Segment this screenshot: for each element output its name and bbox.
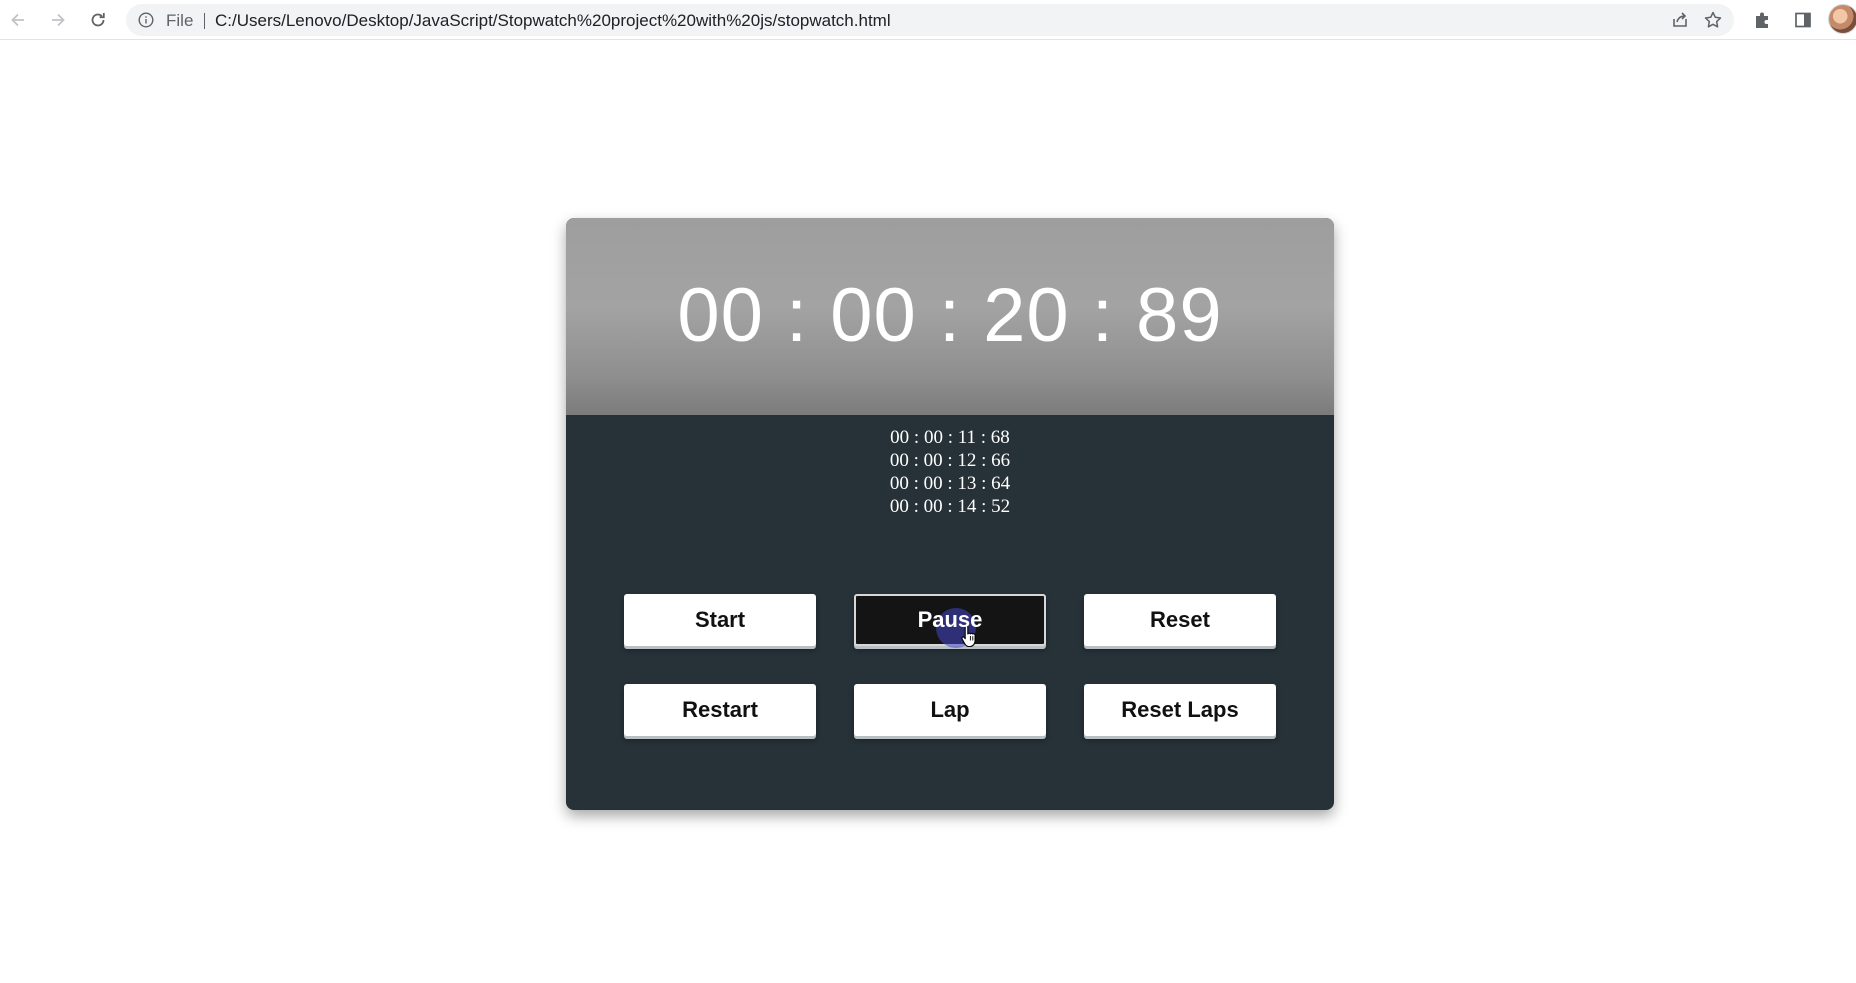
lap-button[interactable]: Lap — [854, 684, 1046, 736]
reset-button-label: Reset — [1150, 607, 1210, 632]
bookmark-star-icon[interactable] — [1703, 10, 1723, 30]
lap-item: 00 : 00 : 12 : 66 — [889, 450, 1011, 471]
pause-button-label: Pause — [917, 607, 983, 632]
stopwatch-card: 00 : 00 : 20 : 89 00 : 00 : 11 : 68 00 :… — [566, 218, 1334, 810]
time-display: 00 : 00 : 20 : 89 — [677, 273, 1223, 358]
side-panel-button[interactable] — [1791, 8, 1815, 32]
lap-list: 00 : 00 : 11 : 68 00 : 00 : 12 : 66 00 :… — [566, 426, 1334, 518]
restart-button[interactable]: Restart — [624, 684, 816, 736]
info-icon[interactable] — [138, 12, 154, 28]
time-display-panel: 00 : 00 : 20 : 89 — [566, 218, 1334, 415]
start-button[interactable]: Start — [624, 594, 816, 646]
pause-button[interactable]: Pause — [854, 594, 1046, 648]
back-arrow-icon — [11, 13, 24, 27]
address-bar[interactable]: File C:/Users/Lenovo/Desktop/JavaScript/… — [126, 4, 1734, 36]
back-button[interactable] — [6, 8, 30, 32]
forward-button[interactable] — [46, 8, 70, 32]
reload-button[interactable] — [86, 8, 110, 32]
start-button-label: Start — [694, 607, 746, 632]
lap-item: 00 : 00 : 11 : 68 — [890, 427, 1010, 448]
share-icon[interactable] — [1670, 10, 1690, 30]
side-panel-icon — [1795, 12, 1811, 28]
reload-icon — [91, 13, 105, 27]
url-text[interactable]: C:/Users/Lenovo/Desktop/JavaScript/Stopw… — [215, 11, 891, 31]
forward-arrow-icon — [52, 13, 65, 27]
reset-laps-button-label: Reset Laps — [1121, 697, 1239, 722]
reset-laps-button[interactable]: Reset Laps — [1084, 684, 1276, 736]
puzzle-icon — [1756, 12, 1768, 28]
browser-toolbar: File C:/Users/Lenovo/Desktop/JavaScript/… — [0, 0, 1856, 40]
profile-avatar[interactable] — [1828, 4, 1856, 34]
lap-button-label: Lap — [930, 697, 970, 722]
reset-button[interactable]: Reset — [1084, 594, 1276, 646]
restart-button-label: Restart — [682, 697, 758, 722]
url-scheme-label: File — [166, 11, 194, 30]
url-separator — [204, 13, 205, 29]
lap-item: 00 : 00 : 14 : 52 — [889, 496, 1011, 517]
lap-item: 00 : 00 : 13 : 64 — [889, 473, 1011, 494]
extensions-button[interactable] — [1751, 8, 1775, 32]
